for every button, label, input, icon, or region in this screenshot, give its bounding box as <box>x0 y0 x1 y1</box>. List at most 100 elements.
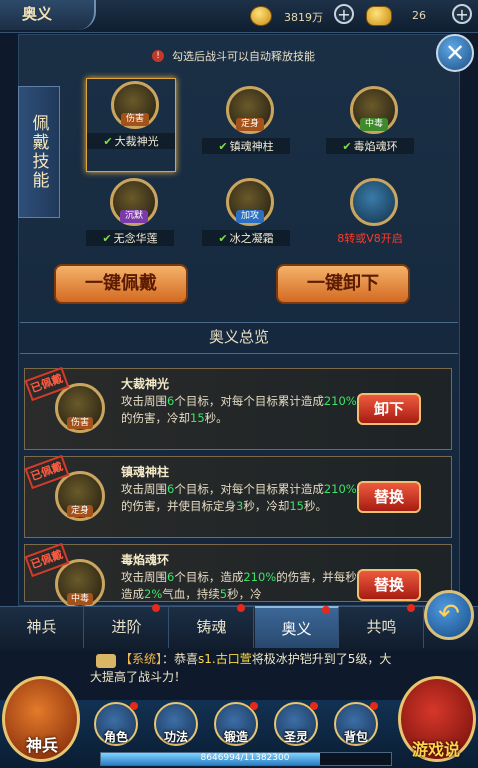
add-gold-button[interactable]: + <box>334 4 354 24</box>
ingot-amount: 26 <box>412 9 426 22</box>
tab[interactable]: 共鸣 <box>340 604 424 648</box>
skill-name-text: 大裁神光 <box>114 135 159 148</box>
equipped-skills-label: 佩戴技能 <box>18 86 60 218</box>
overview-title: 奥义总览 <box>20 322 458 354</box>
skill-slot[interactable]: 沉默 ✔ 无念华莲 <box>86 176 174 268</box>
tab[interactable]: 铸魂 <box>170 604 254 648</box>
replace-button[interactable]: 替换 <box>357 569 421 601</box>
nav-label: 锻造 <box>223 730 248 744</box>
skill-name-text: 冰之凝霜 <box>229 232 274 245</box>
skill-name: ✔ 镇魂神柱 <box>202 138 290 154</box>
description-text: 个目标，对每个目标累计造成 <box>174 482 324 496</box>
skill-name: 8转或V8开启 <box>326 230 414 246</box>
page-title: 奥义 <box>0 0 96 30</box>
check-icon[interactable]: ✔ <box>218 140 227 153</box>
description-text: 15 <box>190 411 205 425</box>
skill-description: 攻击周围6个目标，对每个目标累计造成210%的伤害，并使目标定身3秒，冷却15秒… <box>121 481 361 515</box>
skill-name: ✔ 冰之凝霜 <box>202 230 290 246</box>
tab[interactable]: 奥义 <box>255 606 339 648</box>
add-ingot-button[interactable]: + <box>452 4 472 24</box>
skill-name-text: 毒焰魂环 <box>353 140 398 153</box>
tab-label: 神兵 <box>26 618 57 636</box>
check-icon[interactable]: ✔ <box>103 135 112 148</box>
notification-dot <box>322 606 330 614</box>
skill-slot[interactable]: 加攻 ✔ 冰之凝霜 <box>202 176 290 268</box>
skill-slot[interactable]: 定身 ✔ 镇魂神柱 <box>202 84 290 176</box>
skill-entry: 中毒 已佩戴 毒焰魂环 攻击周围6个目标，造成210%的伤害，并每秒造成2%气血，持续… <box>24 542 452 609</box>
skill-description: 攻击周围6个目标，对每个目标累计造成210%的伤害，冷却15秒。 <box>121 393 361 427</box>
notification-dot <box>237 604 245 612</box>
check-icon[interactable]: ✔ <box>218 232 227 245</box>
unequip-all-button[interactable]: 一键卸下 <box>276 264 410 304</box>
skill-tag: 中毒 <box>360 118 388 131</box>
skill-slot[interactable]: 中毒 ✔ 毒焰魂环 <box>326 84 414 176</box>
nav-button[interactable]: 功法 <box>154 702 200 752</box>
notification-dot <box>370 702 378 710</box>
system-message: 【系统】：恭喜s1.古口萱将极冰护铠升到了5级，大大提高了战斗力！ <box>90 650 395 696</box>
nav-button[interactable]: 锻造 <box>214 702 260 752</box>
notification-dot <box>250 702 258 710</box>
skill-entry: 定身 已佩戴 镇魂神柱 攻击周围6个目标，对每个目标累计造成210%的伤害，并使目标定… <box>24 454 452 538</box>
skill-name-text: 镇魂神柱 <box>229 140 274 153</box>
nav-label: 角色 <box>103 730 128 744</box>
tab[interactable]: 神兵 <box>0 606 84 648</box>
check-icon[interactable]: ✔ <box>342 140 351 153</box>
equip-all-button[interactable]: 一键佩戴 <box>54 264 188 304</box>
gold-coin-icon <box>250 6 272 26</box>
skill-description: 攻击周围6个目标，造成210%的伤害，并每秒造成2%气血，持续5秒，冷 <box>121 569 361 603</box>
system-tag: 【系统】 <box>120 652 163 666</box>
nav-label: 背包 <box>343 730 368 744</box>
notification-dot <box>130 702 138 710</box>
tab-label: 铸魂 <box>196 618 227 636</box>
notification-dot <box>310 702 318 710</box>
description-text: 的伤害，冷却 <box>121 411 190 425</box>
skill-tag: 中毒 <box>67 593 93 605</box>
tab-label: 进阶 <box>111 618 142 636</box>
tab-label: 奥义 <box>281 620 312 638</box>
tab[interactable]: 进阶 <box>85 604 169 648</box>
chat-text: s1.古口萱 <box>198 652 252 666</box>
description-text: 个目标，造成 <box>174 570 244 584</box>
back-button[interactable]: ↶ <box>424 590 474 640</box>
skill-name: ✔ 大裁神光 <box>87 133 175 149</box>
description-text: 攻击周围 <box>121 394 167 408</box>
description-text: 15 <box>289 499 304 513</box>
close-button[interactable]: ✕ <box>436 34 474 72</box>
description-text: 210% <box>323 394 357 408</box>
weapon-nav-label: 神兵 <box>25 736 58 755</box>
description-text: 5 <box>219 587 228 601</box>
skill-name: 镇魂神柱 <box>121 465 170 479</box>
skill-slot[interactable]: 8转或V8开启 <box>326 176 414 268</box>
nav-label: 功法 <box>163 730 188 744</box>
skill-tag: 定身 <box>67 505 93 517</box>
locked-slot-icon <box>350 178 398 226</box>
skill-tag: 伤害 <box>67 417 93 429</box>
unequip-button[interactable]: 卸下 <box>357 393 421 425</box>
exp-text: 8646994/11382300 <box>200 753 290 763</box>
skill-tag: 伤害 <box>121 113 149 126</box>
skill-name-text: 8转或V8开启 <box>337 232 403 245</box>
skill-name: ✔ 无念华莲 <box>86 230 174 246</box>
skill-slot[interactable]: 伤害 ✔ 大裁神光 <box>86 78 176 172</box>
watermark: 游戏说 <box>412 740 461 759</box>
description-text: 气血，持续 <box>162 587 220 601</box>
nav-button[interactable]: 圣灵 <box>274 702 320 752</box>
nav-button[interactable]: 背包 <box>334 702 380 752</box>
notification-dot <box>152 604 160 612</box>
skill-name: 大裁神光 <box>121 377 170 391</box>
skill-entry: 伤害 已佩戴 大裁神光 攻击周围6个目标，对每个目标累计造成210%的伤害，冷却15秒… <box>24 366 452 450</box>
description-text: 的伤害，并使目标定身 <box>121 499 236 513</box>
notification-dot <box>407 604 415 612</box>
replace-button[interactable]: 替换 <box>357 481 421 513</box>
nav-button[interactable]: 角色 <box>94 702 140 752</box>
skill-name: 毒焰魂环 <box>121 553 170 567</box>
description-text: 2% <box>144 587 163 601</box>
skill-name-text: 无念华莲 <box>113 232 158 245</box>
check-icon[interactable]: ✔ <box>102 232 111 245</box>
description-text: 秒。 <box>303 499 327 513</box>
warning-icon: ! <box>152 50 164 62</box>
nav-label: 圣灵 <box>283 730 308 744</box>
description-text: 秒。 <box>204 411 228 425</box>
description-text: 攻击周围 <box>121 482 167 496</box>
skill-name: ✔ 毒焰魂环 <box>326 138 414 154</box>
